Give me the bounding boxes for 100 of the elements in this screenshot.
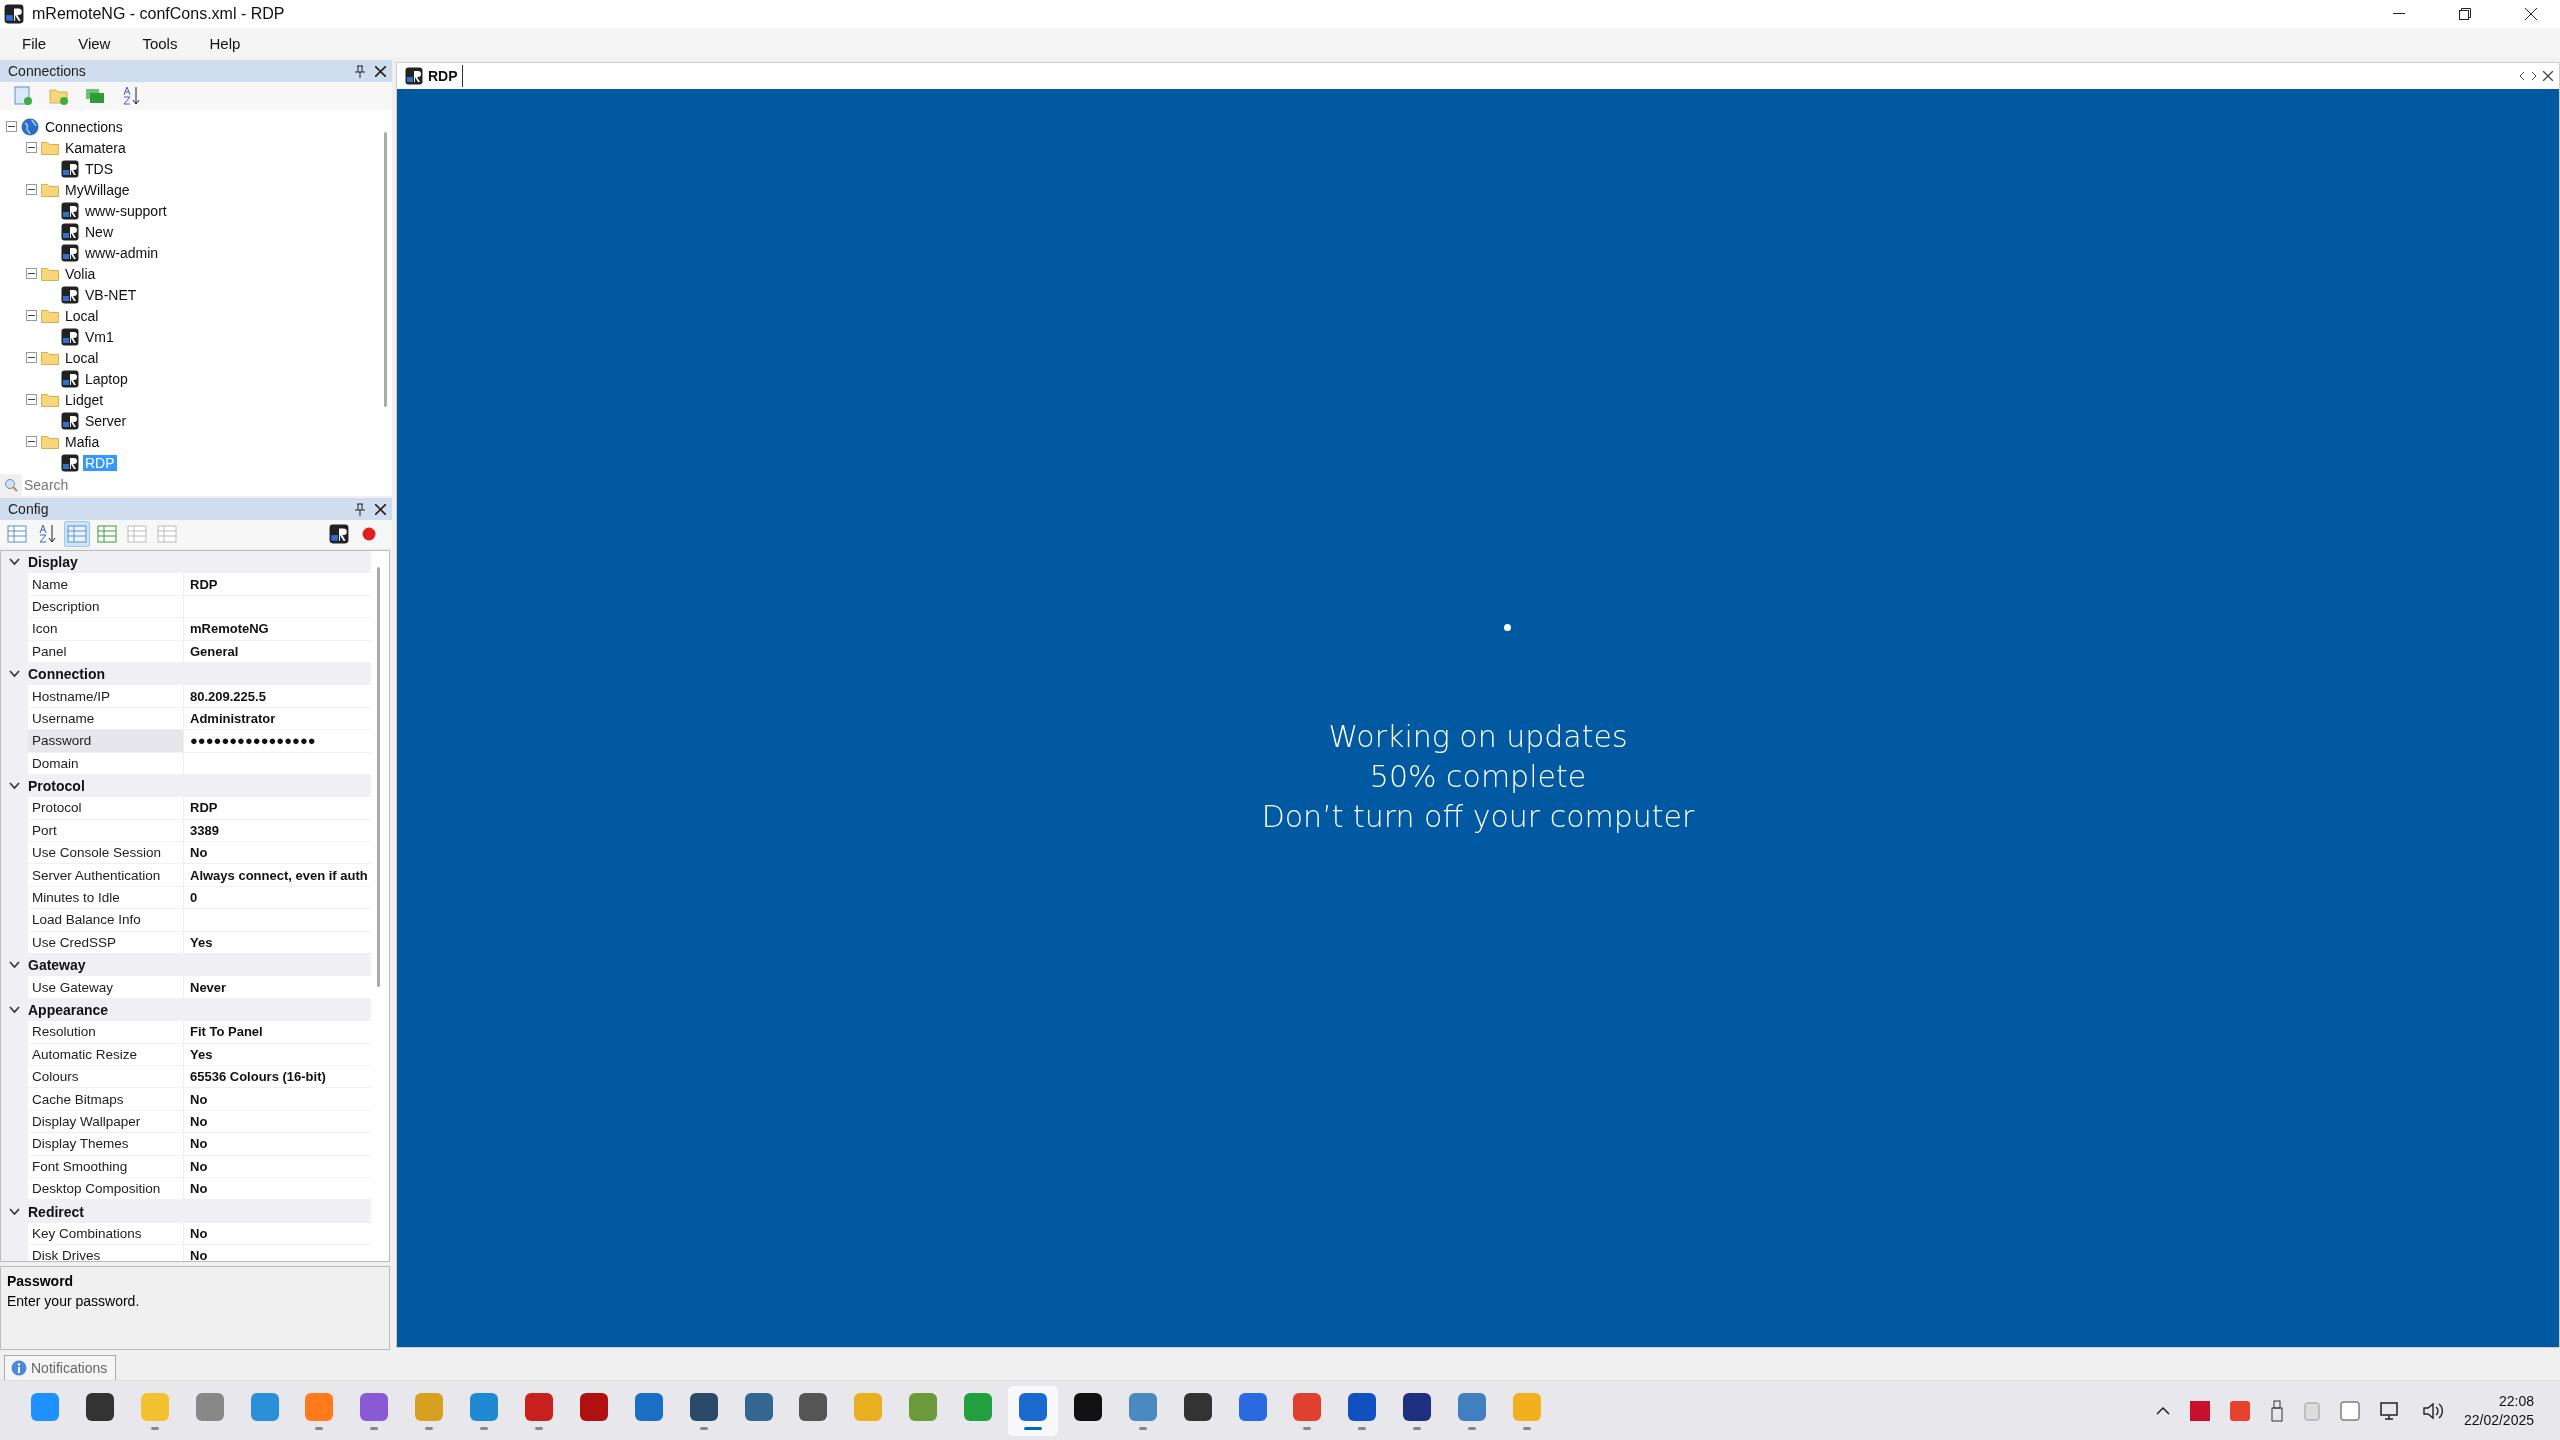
search-field[interactable]: Search	[22, 474, 392, 496]
property-name[interactable]: Colours	[28, 1066, 183, 1089]
property-name[interactable]: Use Gateway	[28, 976, 183, 999]
property-name[interactable]: Protocol	[28, 797, 183, 820]
property-name[interactable]: Description	[28, 595, 183, 619]
close-icon[interactable]	[375, 503, 386, 515]
tree-item[interactable]: Connections	[43, 118, 125, 135]
menu-item[interactable]: File	[8, 31, 61, 55]
property-name[interactable]: Username	[28, 707, 183, 731]
menu-item[interactable]: Tools	[128, 31, 192, 55]
menu-item[interactable]: View	[64, 31, 125, 55]
property-value[interactable]: 65536 Colours (16-bit)	[183, 1066, 371, 1089]
property-name[interactable]: Password	[28, 730, 183, 753]
connection-icon	[61, 159, 79, 178]
property-name[interactable]: Port	[28, 819, 183, 843]
property-name[interactable]: Display Themes	[28, 1133, 183, 1156]
property-value[interactable]: 3389	[183, 819, 371, 843]
remote-desktop-screen[interactable]: Working on updates 50% complete Don’t turn off your computer	[397, 89, 2559, 1347]
app-icon	[743, 1391, 774, 1422]
tree-item[interactable]: New	[83, 223, 115, 240]
property-value[interactable]: General	[183, 640, 371, 663]
property-name[interactable]: Icon	[28, 618, 183, 641]
property-name[interactable]: Load Balance Info	[28, 909, 183, 932]
property-value[interactable]: No	[183, 1133, 371, 1156]
volume-icon[interactable]	[2421, 1400, 2444, 1421]
chevron-up-icon[interactable]	[2155, 1406, 2170, 1415]
property-name[interactable]: Desktop Composition	[28, 1177, 183, 1201]
property-value[interactable]: Administrator	[183, 707, 371, 731]
tree-item[interactable]: VB-NET	[83, 286, 139, 303]
property-name[interactable]: Domain	[28, 752, 183, 775]
app-icon	[359, 1391, 390, 1422]
property-value[interactable]: No	[183, 1245, 371, 1261]
tree-item[interactable]: Lidget	[63, 391, 106, 408]
usb-drive-icon[interactable]	[2269, 1399, 2284, 1422]
property-name[interactable]: Server Authentication	[28, 864, 183, 887]
tree-item[interactable]: Kamatera	[63, 139, 128, 156]
collapse-toggle[interactable]	[6, 121, 17, 132]
property-value[interactable]: mRemoteNG	[183, 618, 371, 641]
property-name[interactable]: Automatic Resize	[28, 1043, 183, 1066]
property-value[interactable]: No	[183, 1222, 371, 1246]
tree-item[interactable]: Laptop	[83, 370, 130, 387]
collapse-toggle[interactable]	[26, 268, 37, 279]
tree-item[interactable]: Server	[83, 412, 129, 429]
property-value[interactable]: No	[183, 1110, 371, 1134]
property-name[interactable]: Disk Drives	[28, 1245, 183, 1261]
notifications-tab[interactable]: Notifications	[4, 1355, 117, 1380]
tree-item[interactable]: Vm1	[83, 328, 116, 345]
collapse-toggle[interactable]	[26, 310, 37, 321]
property-value[interactable]: Yes	[183, 1043, 371, 1066]
app-icon	[1457, 1391, 1488, 1422]
info-icon	[11, 1360, 27, 1376]
collapse-toggle[interactable]	[26, 436, 37, 447]
property-name[interactable]: Key Combinations	[28, 1222, 183, 1246]
property-value[interactable]: No	[183, 1088, 371, 1111]
property-name[interactable]: Display Wallpaper	[28, 1110, 183, 1134]
collapse-toggle[interactable]	[26, 394, 37, 405]
tree-item[interactable]: Local	[63, 307, 101, 324]
property-value[interactable]: ●●●●●●●●●●●●●●●●	[183, 730, 371, 753]
property-value[interactable]: Fit To Panel	[183, 1021, 371, 1044]
scroll-right-icon[interactable]	[2531, 71, 2537, 81]
close-icon[interactable]	[375, 65, 386, 77]
tree-item[interactable]: Volia	[63, 265, 98, 282]
property-value[interactable]: Yes	[183, 931, 371, 955]
property-value[interactable]: No	[183, 842, 371, 865]
tree-item[interactable]: www-support	[83, 202, 169, 219]
close-icon[interactable]	[2543, 71, 2553, 81]
property-name[interactable]: Font Smoothing	[28, 1155, 183, 1178]
property-value[interactable]: No	[183, 1155, 371, 1178]
clock[interactable]: 22:08 22/02/2025	[2463, 1393, 2534, 1428]
property-name[interactable]: Minutes to Idle	[28, 886, 183, 910]
notes-icon[interactable]	[2339, 1400, 2360, 1421]
tray-app-icon[interactable]	[2229, 1400, 2250, 1421]
tree-item[interactable]: TDS	[83, 160, 115, 177]
tree-item[interactable]: Mafia	[63, 433, 102, 450]
property-value[interactable]: No	[183, 1177, 371, 1201]
property-value[interactable]: 80.209.225.5	[183, 685, 371, 708]
app-icon	[1182, 1391, 1213, 1422]
tray-app-icon[interactable]	[2189, 1400, 2210, 1421]
property-value[interactable]: Always connect, even if auth	[183, 864, 371, 887]
collapse-toggle[interactable]	[26, 142, 37, 153]
menu-item[interactable]: Help	[195, 31, 255, 55]
property-value[interactable]: RDP	[183, 573, 371, 596]
property-name[interactable]: Panel	[28, 640, 183, 663]
property-name[interactable]: Name	[28, 573, 183, 596]
collapse-toggle[interactable]	[26, 352, 37, 363]
property-value[interactable]: Never	[183, 976, 371, 999]
property-name[interactable]: Cache Bitmaps	[28, 1088, 183, 1111]
property-value[interactable]: 0	[183, 886, 371, 910]
property-name[interactable]: Use Console Session	[28, 842, 183, 865]
scroll-left-icon[interactable]	[2519, 71, 2525, 81]
tree-item[interactable]: MyWillage	[63, 181, 132, 198]
collapse-toggle[interactable]	[26, 184, 37, 195]
pin-icon[interactable]	[355, 64, 365, 78]
property-name[interactable]: Hostname/IP	[28, 685, 183, 708]
property-value[interactable]: RDP	[183, 797, 371, 820]
tree-item[interactable]: Local	[63, 349, 101, 366]
tree-item[interactable]: www-admin	[83, 244, 161, 261]
property-name[interactable]: Resolution	[28, 1021, 183, 1044]
pin-icon[interactable]	[355, 502, 365, 516]
property-name[interactable]: Use CredSSP	[28, 931, 183, 955]
